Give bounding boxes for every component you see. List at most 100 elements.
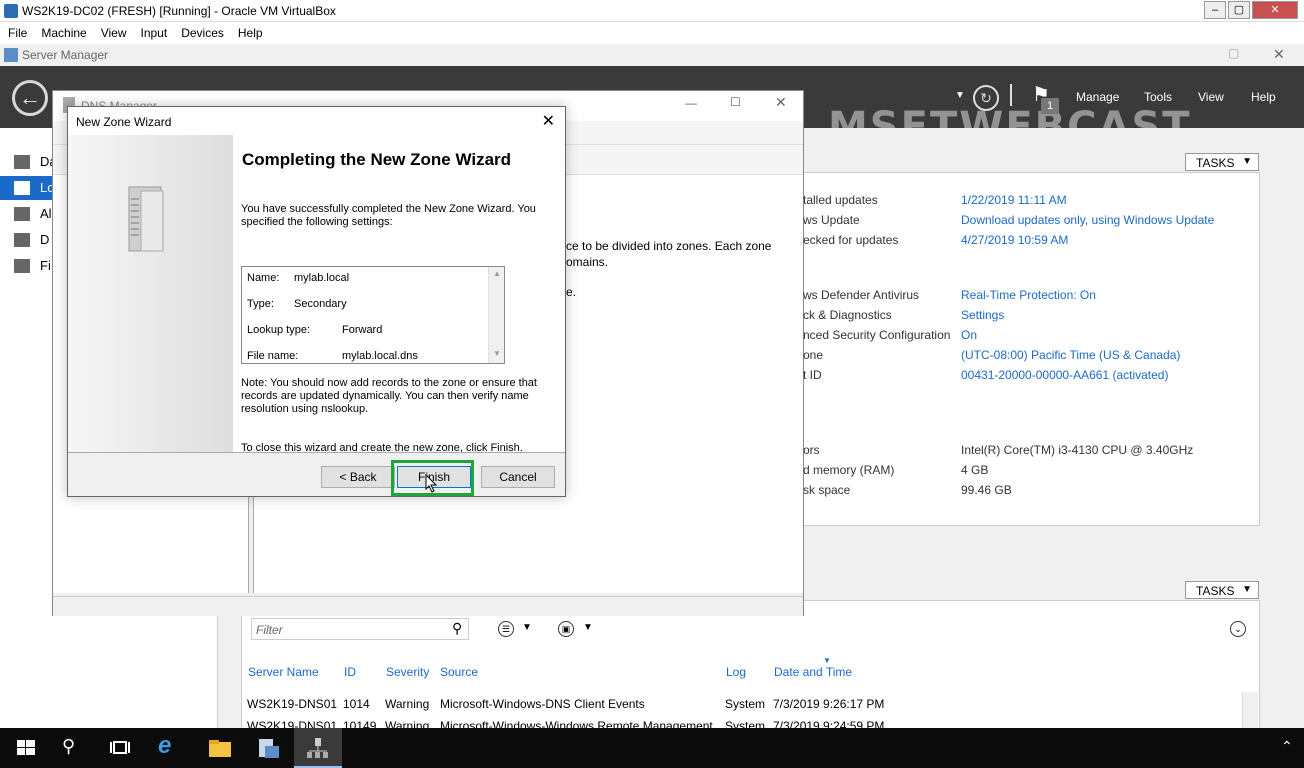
prop-value-link[interactable]: 00431-20000-00000-AA661 (activated) — [961, 368, 1168, 382]
maximize-icon[interactable]: ☐ — [730, 95, 741, 109]
menu-help[interactable]: Help — [230, 22, 269, 40]
close-icon[interactable]: ✕ — [775, 94, 787, 111]
list-options-icon[interactable]: ☰ — [498, 621, 514, 637]
prop-label: one — [803, 348, 824, 362]
setting-value: Forward — [342, 324, 383, 336]
cell-log: System — [725, 697, 766, 711]
search-icon[interactable]: ⚲ — [62, 736, 75, 757]
servers-icon — [14, 207, 30, 221]
prop-label: talled updates — [803, 193, 878, 207]
refresh-icon[interactable]: ↻ — [973, 85, 999, 111]
vbox-title-bar: WS2K19-DC02 (FRESH) [Running] - Oracle V… — [0, 0, 1304, 22]
events-scrollbar[interactable] — [1242, 692, 1258, 728]
search-icon[interactable]: ⚲ — [452, 620, 462, 637]
events-tasks-button[interactable]: TASKS — [1185, 581, 1259, 599]
notification-badge: 1 — [1041, 98, 1059, 114]
back-button[interactable]: < Back — [321, 466, 395, 488]
menu-input[interactable]: Input — [133, 22, 174, 40]
dns-text-line: omains. — [566, 255, 609, 269]
back-arrow-icon[interactable]: ← — [12, 80, 48, 116]
expand-icon[interactable]: ⌄ — [1230, 621, 1246, 637]
setting-label: File name: — [247, 350, 299, 362]
prop-value-link[interactable]: 4/27/2019 10:59 AM — [961, 233, 1068, 247]
task-view-icon[interactable] — [106, 734, 134, 762]
dropdown-icon[interactable]: ▼ — [955, 90, 965, 101]
scroll-down-icon[interactable]: ▼ — [493, 349, 501, 358]
restore-icon[interactable]: ▢ — [1228, 46, 1239, 60]
prop-label: ors — [803, 443, 820, 457]
prop-label: ws Defender Antivirus — [803, 288, 920, 302]
prop-value-link[interactable]: 1/22/2019 11:11 AM — [961, 193, 1067, 207]
cell-source: Microsoft-Windows-DNS Client Events — [440, 697, 645, 711]
prop-value-link[interactable]: (UTC-08:00) Pacific Time (US & Canada) — [961, 348, 1180, 362]
virtualbox-icon — [4, 4, 18, 18]
col-id[interactable]: ID — [344, 665, 356, 679]
minimize-button[interactable]: – — [1204, 1, 1226, 19]
filter-input[interactable]: Filter — [251, 618, 469, 640]
cell-id: 1014 — [343, 697, 370, 711]
minimize-icon[interactable]: — — [685, 96, 697, 110]
col-server-name[interactable]: Server Name — [248, 665, 319, 679]
file-services-icon — [14, 259, 30, 273]
prop-label: sk space — [803, 483, 851, 497]
close-icon[interactable]: ✕ — [542, 111, 555, 131]
server-icon — [14, 181, 30, 195]
wizard-heading: Completing the New Zone Wizard — [242, 150, 512, 169]
setting-label: Name: — [247, 272, 280, 284]
listbox-scrollbar[interactable]: ▲ ▼ — [488, 267, 504, 363]
file-explorer-icon[interactable] — [206, 734, 234, 762]
dns-taskbar-icon — [307, 738, 328, 758]
wizard-side-banner — [68, 135, 233, 452]
setting-label: Lookup type: — [247, 324, 310, 336]
cancel-button[interactable]: Cancel — [481, 466, 555, 488]
server-manager-taskbar-icon[interactable] — [255, 734, 283, 762]
settings-listbox[interactable]: Name: mylab.local Type: Secondary Lookup… — [241, 266, 505, 364]
prop-label: t ID — [803, 368, 822, 382]
dns-status-bar — [53, 596, 803, 616]
prop-label: ws Update — [803, 213, 860, 227]
wizard-body: Completing the New Zone Wizard You have … — [68, 135, 565, 454]
wizard-close-text: To close this wizard and create the new … — [241, 442, 523, 454]
sort-icon: ▼ — [823, 656, 831, 665]
wizard-intro-text: You have successfully completed the New … — [241, 203, 536, 228]
prop-value-link[interactable]: Settings — [961, 308, 1004, 322]
scroll-up-icon[interactable]: ▲ — [493, 269, 501, 278]
view-menu[interactable]: View — [1198, 90, 1224, 104]
menu-machine[interactable]: Machine — [33, 22, 92, 40]
dns-icon — [14, 233, 30, 247]
server-manager-title-bar: Server Manager ▢ ✕ — [0, 44, 1304, 66]
dashboard-icon — [14, 155, 30, 169]
divider — [1010, 84, 1012, 106]
save-dropdown-icon[interactable]: ▼ — [583, 622, 593, 633]
prop-value-link[interactable]: On — [961, 328, 977, 342]
windows-start-icon[interactable] — [12, 734, 40, 762]
manage-menu[interactable]: Manage — [1076, 90, 1119, 104]
prop-label: nced Security Configuration — [803, 328, 951, 342]
setting-value: mylab.local — [294, 272, 350, 284]
close-icon[interactable]: ✕ — [1273, 46, 1285, 63]
maximize-button[interactable]: ▢ — [1228, 1, 1250, 19]
close-button[interactable]: ✕ — [1252, 1, 1298, 19]
menu-file[interactable]: File — [0, 22, 33, 40]
list-dropdown-icon[interactable]: ▼ — [522, 622, 532, 633]
cell-server: WS2K19-DNS01 — [247, 697, 338, 711]
chevron-up-icon[interactable]: ⌃ — [1281, 738, 1293, 755]
wizard-note-text: Note: You should now add records to the … — [241, 377, 537, 415]
tools-menu[interactable]: Tools — [1144, 90, 1172, 104]
dns-text-line: e. — [566, 285, 577, 299]
server-tower-icon — [128, 186, 164, 252]
menu-view[interactable]: View — [93, 22, 133, 40]
internet-explorer-icon[interactable]: e — [158, 732, 171, 760]
col-log[interactable]: Log — [726, 665, 746, 679]
dns-manager-taskbar-button[interactable] — [294, 728, 342, 768]
menu-devices[interactable]: Devices — [173, 22, 230, 40]
prop-value-link[interactable]: Download updates only, using Windows Upd… — [961, 213, 1214, 227]
col-severity[interactable]: Severity — [386, 665, 429, 679]
col-date-time[interactable]: Date and Time — [774, 665, 852, 679]
save-icon[interactable]: ▣ — [558, 621, 574, 637]
properties-tasks-button[interactable]: TASKS — [1185, 153, 1259, 171]
prop-label: ecked for updates — [803, 233, 899, 247]
prop-value-link[interactable]: Real-Time Protection: On — [961, 288, 1096, 302]
help-menu[interactable]: Help — [1251, 90, 1276, 104]
col-source[interactable]: Source — [440, 665, 478, 679]
